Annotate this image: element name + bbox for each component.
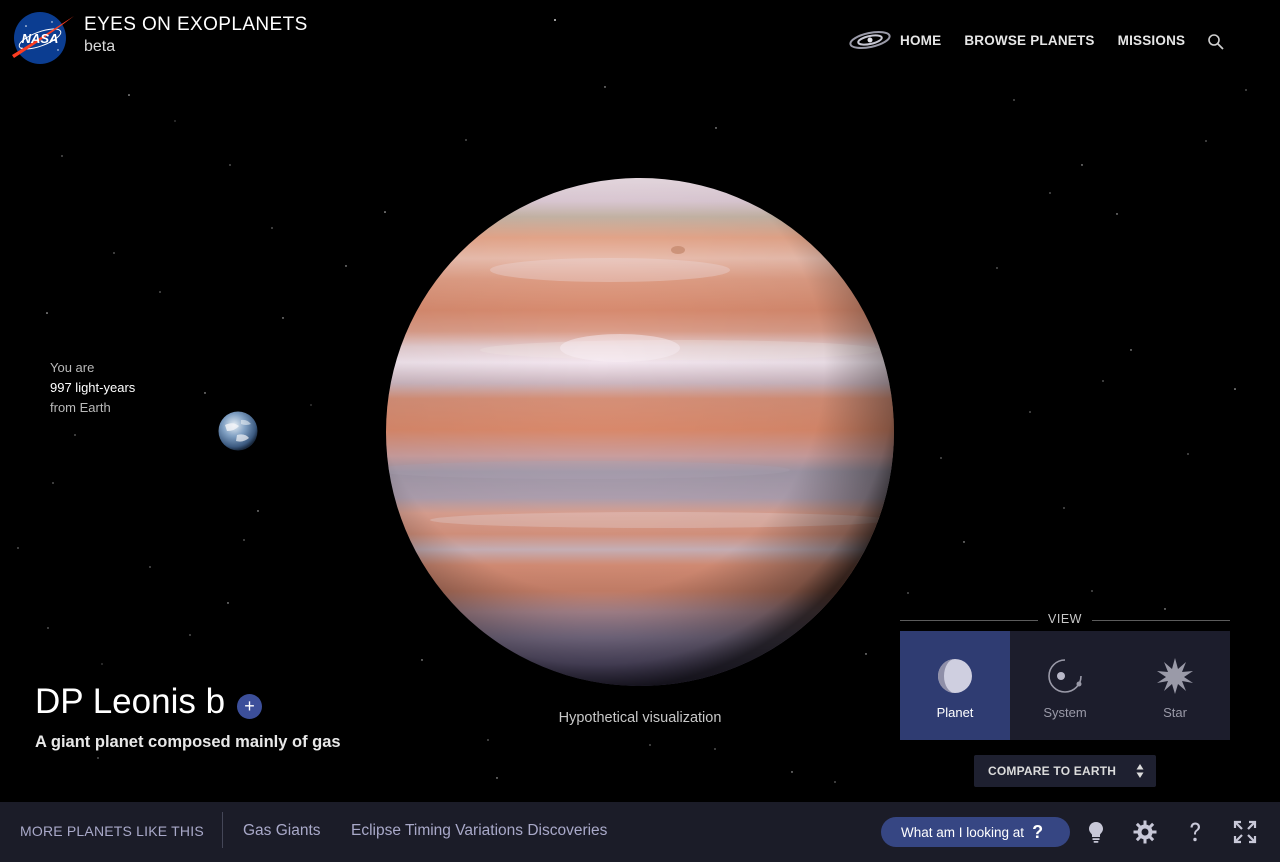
view-system-label: System [1043, 705, 1087, 720]
view-header: VIEW [900, 612, 1230, 628]
nav-browse-planets[interactable]: BROWSE PLANETS [964, 33, 1094, 48]
distance-value: 997 light-years [50, 380, 136, 395]
question-mark-icon: ? [1032, 821, 1044, 842]
visualization-note: Hypothetical visualization [558, 710, 722, 726]
planet-name-row: DP Leonis b + [35, 682, 263, 722]
bottom-divider [222, 812, 223, 848]
view-star-label: Star [1163, 705, 1187, 720]
planet-name: DP Leonis b [35, 682, 226, 721]
view-planet-button[interactable]: Planet [900, 631, 1010, 740]
fullscreen-icon[interactable] [1233, 820, 1257, 844]
planet-icon [938, 659, 972, 693]
bottom-bar: MORE PLANETS LIKE THIS Gas Giants Eclips… [0, 802, 1280, 862]
what-am-i-looking-at-button[interactable]: What am I looking at ? [881, 817, 1070, 847]
what-label: What am I looking at [901, 824, 1025, 840]
system-icon [1048, 659, 1082, 693]
view-planet-label: Planet [936, 705, 974, 720]
add-planet-button[interactable]: + [237, 693, 263, 719]
view-divider-right [1092, 620, 1230, 621]
view-star-button[interactable]: Star [1120, 631, 1230, 740]
compare-to-earth-select[interactable]: COMPARE TO EARTH [974, 755, 1156, 787]
top-nav: HOME BROWSE PLANETS MISSIONS [848, 30, 1225, 50]
compare-label: COMPARE TO EARTH [988, 764, 1117, 778]
distance-readout: You are 997 light-years from Earth [50, 358, 135, 418]
app-title: EYES ON EXOPLANETS [84, 14, 308, 35]
distance-line-1: You are [50, 360, 95, 375]
planet-visualization[interactable] [380, 170, 900, 690]
app-subtitle: beta [84, 38, 116, 55]
view-label: VIEW [1048, 612, 1082, 626]
search-icon[interactable] [1207, 33, 1225, 51]
nav-home[interactable]: HOME [900, 33, 941, 48]
star-icon [1157, 658, 1193, 694]
lightbulb-icon[interactable] [1084, 820, 1108, 844]
tag-gas-giants[interactable]: Gas Giants [243, 822, 321, 840]
galaxy-icon[interactable] [848, 29, 892, 51]
planet-description: A giant planet composed mainly of gas [35, 733, 341, 751]
tag-eclipse-timing[interactable]: Eclipse Timing Variations Discoveries [351, 822, 607, 840]
help-icon[interactable] [1183, 820, 1207, 844]
view-selector: Planet System Star [900, 631, 1230, 740]
distance-line-3: from Earth [50, 400, 111, 415]
view-system-button[interactable]: System [1010, 631, 1120, 740]
earth-image[interactable] [217, 411, 259, 451]
more-planets-label: MORE PLANETS LIKE THIS [20, 823, 204, 839]
nasa-logo[interactable]: NASA [8, 8, 76, 68]
nasa-logo-text: NASA [22, 31, 59, 46]
nav-missions[interactable]: MISSIONS [1118, 33, 1186, 48]
gear-icon[interactable] [1133, 820, 1157, 844]
sort-arrows-icon [1136, 764, 1144, 778]
